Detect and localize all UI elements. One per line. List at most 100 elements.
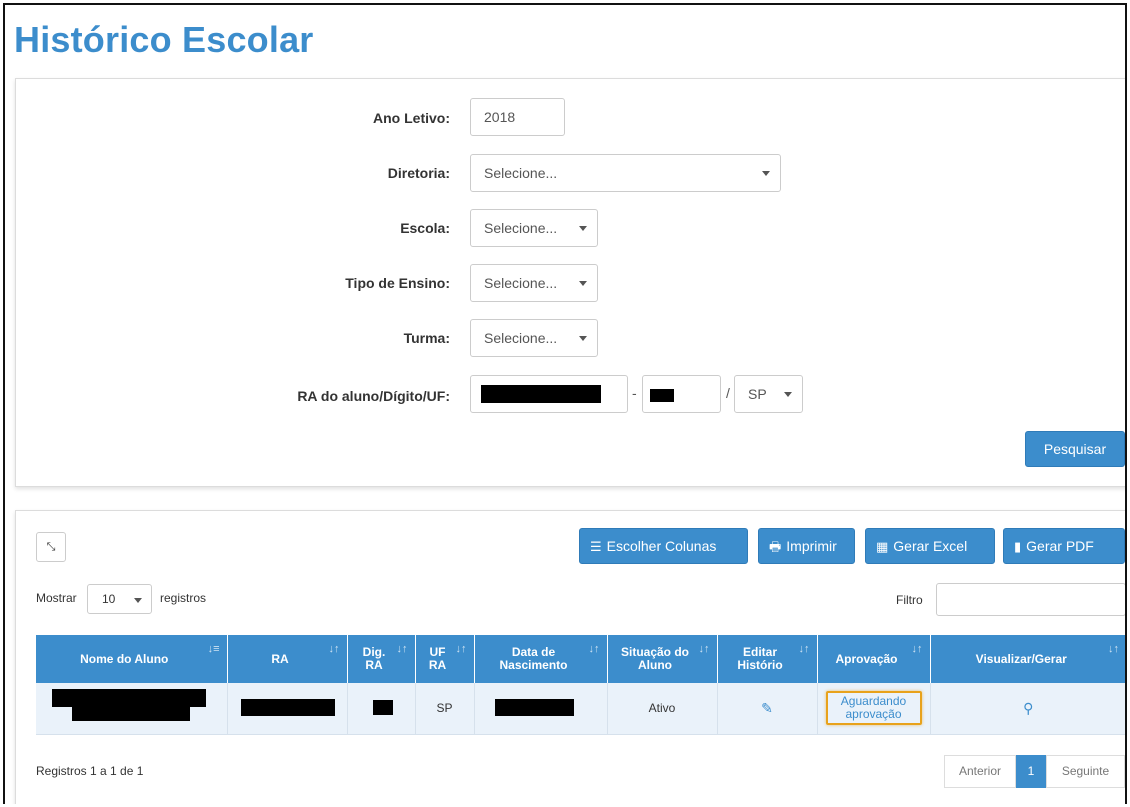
col-header-aprovacao[interactable]: Aprovação ↓↑	[817, 635, 931, 683]
sort-icon: ↓↑	[698, 643, 710, 655]
excel-label: Gerar Excel	[893, 538, 968, 554]
col-header-data-nascimento[interactable]: Data de Nascimento ↓↑	[474, 635, 608, 683]
table-icon: ▦	[876, 539, 889, 554]
expand-button[interactable]: ⤡	[36, 532, 66, 562]
chevron-down-icon	[579, 281, 587, 286]
print-label: Imprimir	[786, 538, 837, 554]
col-header-uf-ra[interactable]: UF RA ↓↑	[415, 635, 475, 683]
excel-button[interactable]: ▦ Gerar Excel	[865, 528, 995, 564]
turma-select[interactable]: Selecione...	[470, 319, 598, 357]
choose-columns-button[interactable]: ☰ Escolher Colunas	[579, 528, 748, 564]
chevron-down-icon	[579, 226, 587, 231]
page-title: Histórico Escolar	[14, 19, 314, 60]
ra-input[interactable]	[470, 375, 628, 413]
ano-letivo-label: Ano Letivo:	[373, 110, 450, 126]
sort-icon: ↓↑	[396, 643, 408, 655]
cell-editar: ✎	[717, 683, 818, 735]
diretoria-select[interactable]: Selecione...	[470, 154, 781, 192]
choose-columns-label: Escolher Colunas	[606, 538, 717, 554]
file-icon: ▮	[1014, 539, 1022, 554]
redacted-value	[650, 389, 674, 402]
escola-select[interactable]: Selecione...	[470, 209, 598, 247]
redacted-value	[72, 705, 190, 721]
escola-label: Escola:	[400, 220, 450, 236]
cell-nome	[36, 683, 228, 735]
records-label: registros	[160, 591, 207, 605]
tipo-ensino-select-value: Selecione...	[484, 275, 558, 291]
table-row: SP Ativo ✎ Aguardando aprovação ⚲	[36, 683, 1125, 735]
cell-uf: SP	[415, 683, 475, 735]
col-header-ra[interactable]: RA ↓↑	[227, 635, 348, 683]
escola-select-value: Selecione...	[484, 220, 558, 236]
redacted-value	[481, 385, 601, 403]
col-header-label: UF RA	[428, 645, 447, 672]
pdf-label: Gerar PDF	[1026, 538, 1094, 554]
col-header-editar[interactable]: Editar Histório ↓↑	[717, 635, 818, 683]
col-header-label: Situação do Aluno	[620, 645, 689, 672]
table-header-row: Nome do Aluno ↓≡ RA ↓↑ Dig. RA ↓↑ UF RA ↓↑ D…	[36, 635, 1125, 683]
chevron-down-icon	[762, 171, 770, 176]
redacted-value	[494, 699, 574, 716]
col-header-label: Aprovação	[835, 651, 898, 666]
search-panel: Ano Letivo: 2018 Diretoria: Selecione...…	[15, 78, 1125, 487]
pencil-icon[interactable]: ✎	[761, 700, 773, 717]
ra-separator-slash: /	[726, 385, 730, 401]
pagination-page[interactable]: 1	[1016, 755, 1046, 788]
sort-icon: ↓↑	[328, 643, 340, 655]
ra-label: RA do aluno/Dígito/UF:	[297, 388, 450, 404]
cell-data-nascimento	[474, 683, 608, 735]
chevron-down-icon	[579, 336, 587, 341]
turma-label: Turma:	[403, 330, 450, 346]
sort-icon: ↓↑	[911, 643, 923, 655]
uf-select[interactable]: SP	[734, 375, 803, 413]
print-button[interactable]: 🖶 Imprimir	[758, 528, 855, 564]
cell-situacao: Ativo	[607, 683, 718, 735]
results-panel: ⤡ ☰ Escolher Colunas 🖶 Imprimir ▦ Gerar Exc…	[15, 510, 1125, 804]
col-header-visualizar[interactable]: Visualizar/Gerar ↓↑	[930, 635, 1125, 683]
col-header-situacao[interactable]: Situação do Aluno ↓↑	[607, 635, 718, 683]
col-header-dig-ra[interactable]: Dig. RA ↓↑	[347, 635, 416, 683]
window-frame: Histórico Escolar Ano Letivo: 2018 Diret…	[3, 3, 1127, 804]
col-header-label: Editar Histório	[737, 645, 783, 672]
redacted-value	[240, 699, 335, 716]
sort-icon: ↓↑	[455, 643, 467, 655]
printer-icon: 🖶	[769, 539, 782, 554]
tipo-ensino-select[interactable]: Selecione...	[470, 264, 598, 302]
page-length-select[interactable]: 10	[87, 584, 152, 614]
sort-icon: ↓↑	[798, 643, 810, 655]
pagination-next[interactable]: Seguinte	[1046, 755, 1125, 788]
tipo-ensino-label: Tipo de Ensino:	[345, 275, 450, 291]
records-info: Registros 1 a 1 de 1	[36, 764, 144, 778]
sort-alpha-icon: ↓≡	[207, 643, 220, 655]
col-header-nome[interactable]: Nome do Aluno ↓≡	[36, 635, 228, 683]
cell-visualizar: ⚲	[930, 683, 1125, 735]
redacted-value	[372, 700, 393, 715]
uf-select-value: SP	[748, 386, 767, 402]
col-header-label: Visualizar/Gerar	[975, 651, 1067, 666]
ano-letivo-input[interactable]: 2018	[470, 98, 565, 136]
search-icon[interactable]: ⚲	[1023, 700, 1033, 716]
cell-ra	[227, 683, 348, 735]
col-header-label: RA	[271, 651, 289, 666]
sort-icon: ↓↑	[1108, 643, 1119, 655]
pagination-prev[interactable]: Anterior	[944, 755, 1016, 788]
diretoria-label: Diretoria:	[387, 165, 450, 181]
students-table: Nome do Aluno ↓≡ RA ↓↑ Dig. RA ↓↑ UF RA ↓↑ D…	[36, 635, 1125, 735]
sort-icon: ↓↑	[588, 643, 600, 655]
search-button[interactable]: Pesquisar	[1025, 431, 1125, 467]
cell-aprovacao: Aguardando aprovação	[817, 683, 931, 735]
turma-select-value: Selecione...	[484, 330, 558, 346]
expand-icon: ⤡	[46, 541, 56, 553]
page-length-value: 10	[102, 592, 116, 606]
approval-status-link[interactable]: Aguardando aprovação	[825, 691, 922, 726]
digito-input[interactable]	[642, 375, 721, 413]
cell-dig-ra	[347, 683, 416, 735]
pdf-button[interactable]: ▮ Gerar PDF	[1003, 528, 1125, 564]
diretoria-select-value: Selecione...	[484, 165, 558, 181]
show-label: Mostrar	[36, 591, 77, 605]
filter-label: Filtro	[896, 593, 923, 607]
list-icon: ☰	[590, 539, 602, 554]
chevron-down-icon	[784, 392, 792, 397]
col-header-label: Dig. RA	[362, 645, 386, 672]
filter-input[interactable]	[936, 583, 1125, 616]
